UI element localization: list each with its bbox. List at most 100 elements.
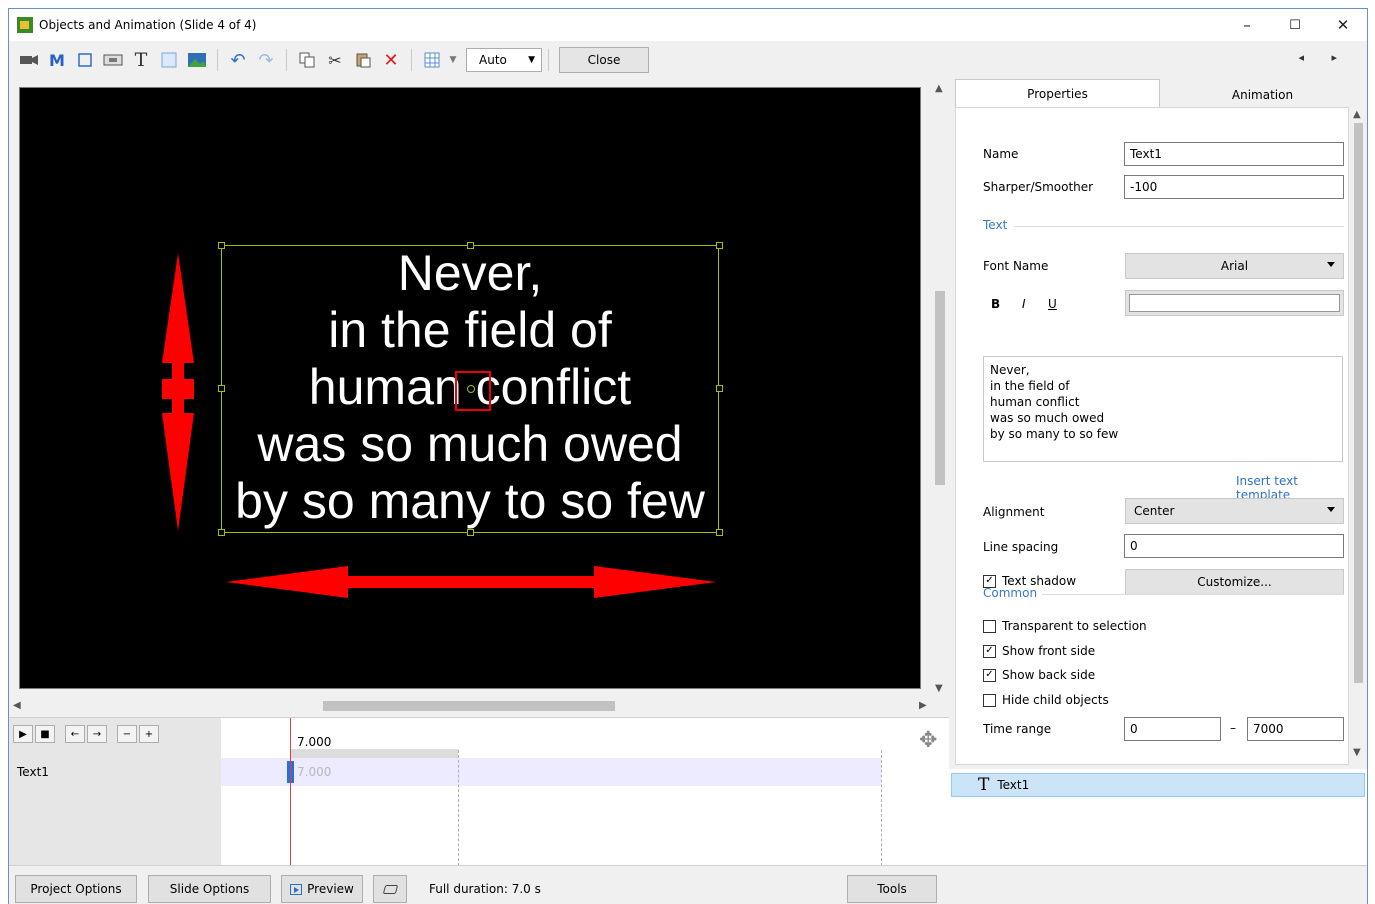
italic-button[interactable]: I xyxy=(1022,297,1026,311)
hide-child-objects-checkbox[interactable]: Hide child objects xyxy=(983,693,1109,707)
show-back-side-checkbox[interactable]: ✓ Show back side xyxy=(983,668,1095,682)
center-point[interactable] xyxy=(467,385,475,393)
properties-scroll-thumb[interactable] xyxy=(1354,123,1363,683)
customize-button[interactable]: Customize... xyxy=(1125,569,1344,595)
delete-icon[interactable]: ✕ xyxy=(377,47,405,73)
scroll-up-icon[interactable]: ▲ xyxy=(935,83,943,94)
sharper-smoother-field[interactable]: -100 xyxy=(1124,175,1344,199)
prev-keyframe-button[interactable]: ← xyxy=(65,725,85,743)
zoom-select-value: Auto xyxy=(479,53,507,67)
playhead[interactable] xyxy=(290,718,291,866)
image-icon[interactable] xyxy=(183,47,211,73)
line-spacing-field[interactable]: 0 xyxy=(1124,534,1344,558)
slide-stage[interactable]: Never, in the field of human conflict wa… xyxy=(19,87,921,689)
window-title: Objects and Animation (Slide 4 of 4) xyxy=(39,18,257,32)
paste-icon[interactable] xyxy=(349,47,377,73)
properties-scrollbar[interactable]: ▲ ▼ xyxy=(1349,107,1367,765)
tab-animation[interactable]: Animation xyxy=(1160,81,1365,109)
stage-vertical-scroll-thumb[interactable] xyxy=(935,291,945,485)
resize-handle[interactable] xyxy=(716,385,723,392)
timeline-row-label[interactable]: Text1 xyxy=(17,765,49,779)
scroll-up-icon[interactable]: ▲ xyxy=(1353,109,1361,120)
grid-icon[interactable] xyxy=(418,47,446,73)
underline-button[interactable]: U xyxy=(1048,297,1057,311)
alignment-value: Center xyxy=(1134,504,1175,518)
scroll-left-icon[interactable]: ◀ xyxy=(13,700,21,711)
add-keyframe-button[interactable]: + xyxy=(139,725,159,743)
section-divider xyxy=(1042,594,1344,595)
button-icon[interactable] xyxy=(99,47,127,73)
move-icon[interactable]: ✥ xyxy=(919,728,937,753)
checkbox-unchecked-icon xyxy=(983,619,996,633)
stop-button[interactable]: ■ xyxy=(35,725,55,743)
project-options-button[interactable]: Project Options xyxy=(15,875,137,903)
slide-nav-arrows[interactable]: ◂ ▸ xyxy=(1298,51,1349,64)
font-name-dropdown[interactable]: Arial xyxy=(1125,253,1344,279)
minimize-button[interactable]: – xyxy=(1223,9,1271,41)
stage-horizontal-scrollbar[interactable]: ◀ ▶ xyxy=(9,699,931,713)
screen-button[interactable] xyxy=(373,875,407,903)
redo-icon[interactable]: ↷ xyxy=(252,47,280,73)
time-range-from-field[interactable]: 0 xyxy=(1124,717,1221,741)
line-spacing-label: Line spacing xyxy=(983,540,1059,554)
time-range-dash: – xyxy=(1230,721,1236,735)
resize-handle[interactable] xyxy=(218,529,225,536)
name-label: Name xyxy=(983,147,1019,161)
transparent-selection-checkbox[interactable]: Transparent to selection xyxy=(983,619,1147,633)
play-button[interactable]: ▶ xyxy=(13,725,33,743)
camera-icon[interactable] xyxy=(15,47,43,73)
canvas-area: Never, in the field of human conflict wa… xyxy=(9,79,949,713)
resize-handle[interactable] xyxy=(716,529,723,536)
timeline-range-bar xyxy=(290,749,458,758)
resize-handle[interactable] xyxy=(467,242,474,249)
stage-horizontal-scroll-thumb[interactable] xyxy=(323,701,615,711)
text-icon[interactable]: T xyxy=(127,47,155,73)
resize-handle[interactable] xyxy=(218,385,225,392)
resize-handle[interactable] xyxy=(218,242,225,249)
close-button[interactable]: Close xyxy=(559,47,649,73)
close-window-button[interactable]: ✕ xyxy=(1319,9,1367,41)
bold-button[interactable]: B xyxy=(991,297,1000,311)
resize-handle[interactable] xyxy=(467,529,474,536)
preview-button[interactable]: Preview xyxy=(281,875,363,903)
alignment-label: Alignment xyxy=(983,505,1045,519)
show-front-side-checkbox[interactable]: ✓ Show front side xyxy=(983,644,1095,658)
name-field[interactable]: Text1 xyxy=(1124,142,1344,166)
app-icon xyxy=(17,17,33,33)
timeline-object-column: ▶ ■ ← → − + Text1 xyxy=(9,718,221,866)
mask-icon[interactable]: M xyxy=(43,47,71,73)
text-color-swatch xyxy=(1129,294,1340,312)
undo-icon[interactable]: ↶ xyxy=(224,47,252,73)
frame-icon[interactable] xyxy=(71,47,99,73)
objects-animation-window: Objects and Animation (Slide 4 of 4) – ☐… xyxy=(8,8,1368,904)
grid-dropdown-icon[interactable]: ▼ xyxy=(446,47,460,73)
vertical-arrow-shape xyxy=(162,253,194,531)
scroll-down-icon[interactable]: ▼ xyxy=(1353,747,1361,758)
text-color-field[interactable] xyxy=(1125,290,1344,316)
remove-keyframe-button[interactable]: − xyxy=(117,725,137,743)
rectangle-icon[interactable] xyxy=(155,47,183,73)
slide-options-button[interactable]: Slide Options xyxy=(148,875,271,903)
preview-icon xyxy=(290,883,303,895)
toolbar: M T ↶ ↷ ✂ ✕ ▼ Auto ▼ Close ◂ ▸ xyxy=(9,43,1367,77)
scroll-down-icon[interactable]: ▼ xyxy=(935,683,943,694)
maximize-button[interactable]: ☐ xyxy=(1271,9,1319,41)
stage-vertical-scrollbar[interactable]: ▲ ▼ xyxy=(931,79,949,699)
list-item[interactable]: T Text1 xyxy=(951,773,1365,797)
cut-icon[interactable]: ✂ xyxy=(321,47,349,73)
next-keyframe-button[interactable]: → xyxy=(87,725,107,743)
properties-content: Name Text1 Sharper/Smoother -100 Text Fo… xyxy=(955,107,1349,765)
window-controls: – ☐ ✕ xyxy=(1223,9,1367,41)
time-range-to-field[interactable]: 7000 xyxy=(1247,717,1344,741)
text-content-area[interactable]: Never, in the field of human conflict wa… xyxy=(983,356,1343,462)
alignment-dropdown[interactable]: Center xyxy=(1125,498,1344,524)
timeline-divider xyxy=(881,750,882,866)
scroll-right-icon[interactable]: ▶ xyxy=(919,700,927,711)
tools-button[interactable]: Tools xyxy=(847,875,937,903)
zoom-select[interactable]: Auto ▼ xyxy=(466,48,542,72)
copy-icon[interactable] xyxy=(293,47,321,73)
tab-properties[interactable]: Properties xyxy=(955,79,1160,107)
panel-tabs: Properties Animation xyxy=(955,79,1367,107)
resize-handle[interactable] xyxy=(716,242,723,249)
sharper-smoother-label: Sharper/Smoother xyxy=(983,180,1094,194)
